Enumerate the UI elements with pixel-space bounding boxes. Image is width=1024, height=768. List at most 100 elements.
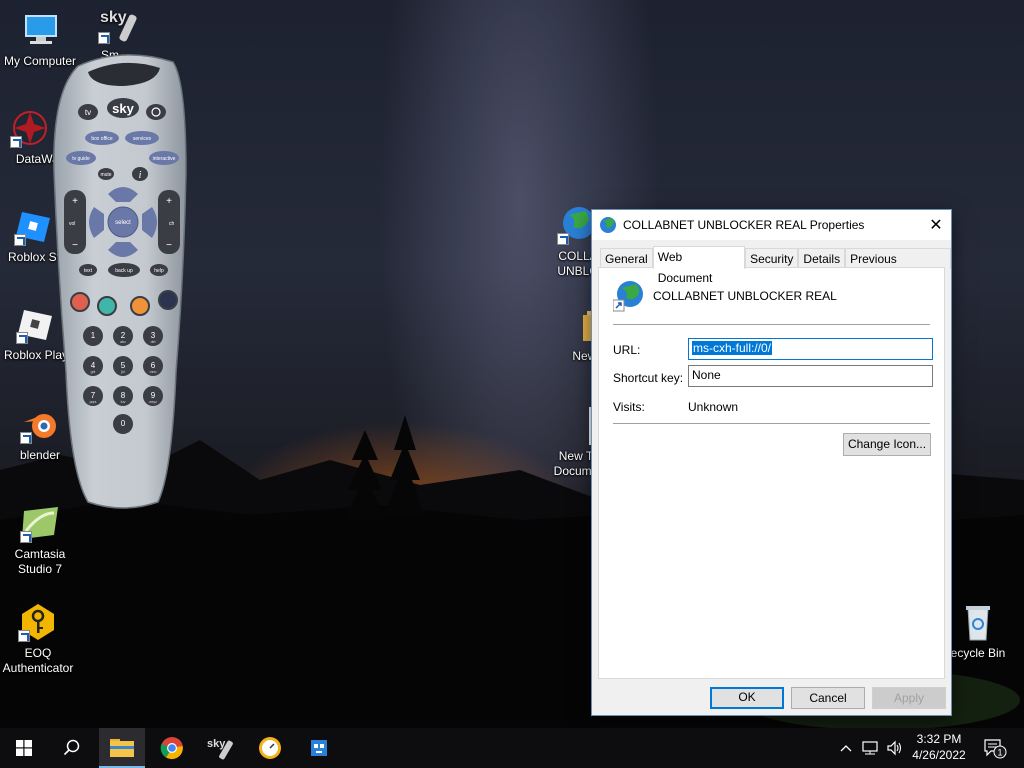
digit-label: 8 — [121, 391, 126, 400]
desktop-icon-label: Camtasia Studio 7 — [14, 547, 66, 576]
taskbar-sky-remote[interactable]: sky — [198, 728, 244, 768]
start-button[interactable] — [1, 728, 47, 768]
desktop-icon-camtasia[interactable]: Camtasia Studio 7 — [0, 503, 80, 577]
tab-general[interactable]: General — [600, 248, 653, 269]
web-document-panel: COLLABNET UNBLOCKER REAL URL: ms-cxh-ful… — [598, 267, 945, 679]
globe-icon — [600, 217, 616, 233]
channel-label: ch — [169, 221, 175, 227]
volume-plus: + — [72, 196, 78, 207]
power-button[interactable] — [146, 104, 166, 120]
tab-security[interactable]: Security — [745, 248, 799, 269]
visits-label: Visits: — [613, 400, 645, 414]
digit-letters: wxyz — [149, 400, 157, 404]
svg-text:sky: sky — [207, 738, 226, 750]
url-value-selected: ms-cxh-full://0/ — [692, 341, 773, 355]
dialog-title: COLLABNET UNBLOCKER REAL Properties — [623, 218, 865, 232]
file-explorer-icon — [110, 739, 134, 757]
shortcut-arrow-icon — [16, 332, 28, 344]
cancel-button[interactable]: Cancel — [791, 687, 865, 709]
digit-letters: pqrs — [90, 400, 97, 404]
windows-logo-icon — [16, 740, 32, 756]
document-name: COLLABNET UNBLOCKER REAL — [653, 289, 837, 303]
separator — [613, 324, 930, 325]
digit-label: 0 — [121, 419, 126, 428]
desktop-icon-label: EOQ Authenticator — [2, 646, 74, 675]
digit-label: 2 — [121, 331, 126, 340]
digit-letters: ghi — [91, 370, 96, 374]
sky-remote-widget[interactable]: tv sky box office services tv guide inte… — [48, 52, 198, 512]
computer-icon — [20, 10, 60, 50]
green-button[interactable] — [97, 296, 117, 316]
change-icon-button[interactable]: Change Icon... — [843, 433, 931, 456]
help-label: help — [154, 268, 164, 274]
taskbar-robot-app[interactable] — [296, 728, 342, 768]
apply-button[interactable]: Apply — [872, 687, 946, 709]
channel-plus: + — [166, 196, 172, 207]
digit-label: 7 — [91, 391, 96, 400]
globe-shortcut-icon — [613, 281, 643, 312]
notification-count: 1 — [997, 748, 1002, 758]
desktop-icon-label: ecycle Bin — [950, 646, 1006, 660]
mute-label: mute — [100, 172, 111, 178]
taskbar-file-explorer[interactable] — [99, 728, 145, 768]
close-button[interactable]: ✕ — [921, 210, 951, 240]
close-icon: ✕ — [929, 217, 943, 234]
properties-dialog: COLLABNET UNBLOCKER REAL Properties ✕ Ge… — [591, 209, 952, 716]
digit-letters: mno — [150, 370, 157, 374]
clock-date: 4/26/2022 — [912, 748, 966, 762]
action-center-button[interactable]: 1 — [978, 728, 1012, 768]
digit-label: 6 — [151, 361, 156, 370]
red-button[interactable] — [70, 292, 90, 312]
search-button[interactable] — [49, 728, 95, 768]
blue-button[interactable] — [158, 290, 178, 310]
network-icon — [862, 741, 878, 755]
chevron-up-icon — [840, 745, 852, 752]
desktop-icon-eoq-authenticator[interactable]: EOQ Authenticator — [0, 602, 78, 676]
shortcut-arrow-icon — [14, 234, 26, 246]
url-label: URL: — [613, 343, 641, 357]
show-hidden-icons-button[interactable] — [836, 728, 856, 768]
clock-time: 3:32 PM — [916, 732, 962, 746]
separator — [613, 423, 930, 424]
digit-letters: def — [151, 340, 156, 344]
shortcut-arrow-icon — [18, 630, 30, 642]
remote-body — [53, 54, 187, 509]
volume-label: vol — [69, 221, 75, 227]
network-button[interactable] — [858, 728, 882, 768]
shortcut-arrow-icon — [10, 136, 22, 148]
sky-logo: sky — [112, 101, 134, 116]
shortcut-key-field[interactable]: None — [688, 365, 933, 387]
volume-button[interactable] — [883, 728, 907, 768]
info-label: i — [139, 170, 142, 181]
clock[interactable]: 3:32 PM 4/26/2022 — [906, 731, 972, 763]
taskbar-clock-app[interactable] — [247, 728, 293, 768]
interactive-label: interactive — [153, 156, 176, 162]
shortcut-arrow-icon — [20, 531, 32, 543]
search-icon — [63, 739, 80, 756]
document-header: COLLABNET UNBLOCKER REAL — [613, 280, 837, 312]
eoq-key-icon — [18, 602, 58, 642]
tab-details[interactable]: Details — [798, 248, 846, 269]
digit-label: 5 — [121, 361, 126, 370]
digit-label: 9 — [151, 391, 156, 400]
recycle-bin-icon — [958, 602, 998, 642]
dialog-titlebar[interactable]: COLLABNET UNBLOCKER REAL Properties ✕ — [592, 210, 951, 240]
yellow-button[interactable] — [130, 296, 150, 316]
box-office-label: box office — [91, 136, 113, 142]
digit-label: 1 — [91, 331, 96, 340]
digit-letters: jkl — [120, 370, 125, 374]
tv-guide-label: tv guide — [72, 156, 90, 162]
ok-button[interactable]: OK — [710, 687, 784, 709]
url-field[interactable]: ms-cxh-full://0/ — [688, 338, 933, 360]
tab-web-document[interactable]: Web Document — [652, 246, 746, 285]
back-up-label: back up — [115, 268, 133, 274]
sky-remote-icon: sky — [207, 738, 233, 760]
services-label: services — [133, 136, 152, 142]
svg-text:sky: sky — [100, 9, 127, 26]
digit-label: 3 — [151, 331, 156, 340]
volume-minus: − — [72, 240, 78, 251]
shortcut-key-label: Shortcut key: — [613, 371, 684, 385]
shortcut-arrow-icon — [557, 233, 569, 245]
taskbar-chrome[interactable] — [149, 728, 195, 768]
tab-previous-versions[interactable]: Previous Versions — [845, 248, 951, 286]
